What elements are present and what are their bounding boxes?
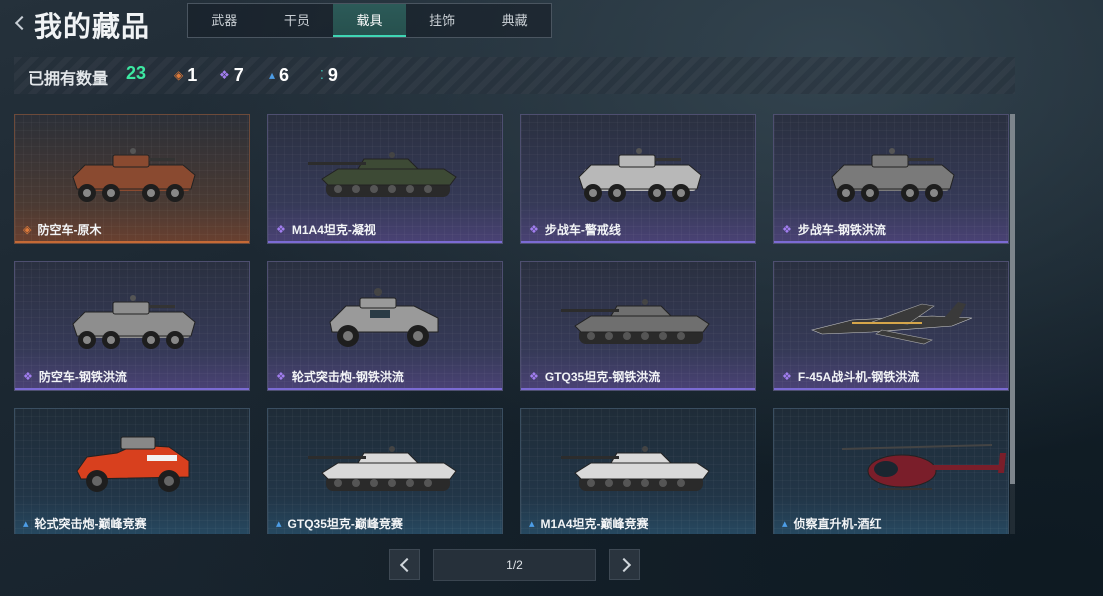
- vehicle-card[interactable]: ▴ 轮式突击炮-巅峰竞赛: [14, 408, 250, 534]
- vehicle-name: 步战车-钢铁洪流: [797, 223, 886, 237]
- purple-diamond-icon: ❖: [782, 224, 792, 236]
- vehicle-card-label: ❖ M1A4坦克-凝视: [276, 221, 376, 238]
- vehicle-image: [578, 148, 702, 202]
- vehicle-image: [841, 444, 1006, 490]
- vehicle-card[interactable]: ❖ F-45A战斗机-钢铁洪流: [773, 261, 1009, 391]
- vehicle-name: F-45A战斗机-钢铁洪流: [797, 370, 920, 384]
- vehicle-card[interactable]: ❖ 轮式突击炮-钢铁洪流: [267, 261, 503, 391]
- vehicle-image: [329, 288, 439, 347]
- vehicle-card-label: ❖ 步战车-钢铁洪流: [782, 221, 886, 238]
- blue-diamond-icon: ▴: [529, 518, 535, 530]
- vehicle-name: 步战车-警戒线: [544, 223, 621, 237]
- blue-diamond-icon: ▴: [23, 518, 29, 530]
- vehicle-card-label: ▴ M1A4坦克-巅峰竞赛: [529, 515, 649, 532]
- prev-page-button[interactable]: [389, 549, 420, 580]
- vehicle-card[interactable]: ❖ 步战车-钢铁洪流: [773, 114, 1009, 244]
- vehicle-name: GTQ35坦克-钢铁洪流: [544, 370, 661, 384]
- owned-count-label: 已拥有数量: [28, 71, 109, 88]
- purple-diamond-icon: ❖: [782, 371, 792, 383]
- vehicle-name: 防空车-钢铁洪流: [38, 370, 127, 384]
- vehicle-image: [831, 148, 955, 202]
- rarity-count-purple: ❖ 7: [219, 64, 244, 86]
- rarity-count-value: 1: [187, 64, 198, 85]
- blue-diamond-icon: ▴: [276, 518, 282, 530]
- rarity-underline: [15, 388, 249, 390]
- back-chevron-icon[interactable]: [12, 12, 30, 34]
- header: 我的藏品 武器 干员 载具 挂饰 典藏: [0, 0, 1103, 44]
- vehicle-card[interactable]: ❖ 防空车-钢铁洪流: [14, 261, 250, 391]
- vehicle-name: 轮式突击炮-巅峰竞赛: [34, 517, 147, 531]
- vehicle-image: [72, 295, 196, 349]
- purple-diamond-icon: ❖: [219, 68, 230, 82]
- purple-diamond-icon: ❖: [23, 371, 33, 383]
- rarity-underline: [521, 241, 755, 243]
- vehicle-image: [72, 148, 196, 202]
- blue-diamond-icon: ▴: [782, 518, 788, 530]
- vehicle-image: [308, 446, 457, 491]
- tab-charms[interactable]: 挂饰: [406, 4, 479, 37]
- rarity-count-value: 9: [327, 64, 338, 85]
- vehicle-grid: ◈ 防空车-原木 ❖ M1A4坦克-凝视 ❖ 步战车-警戒线 ❖ 步战车-钢铁洪流: [14, 114, 1010, 534]
- purple-diamond-icon: ❖: [529, 224, 539, 236]
- rarity-underline: [15, 241, 249, 243]
- vehicle-image: [561, 299, 710, 344]
- vehicle-card-label: ❖ 步战车-警戒线: [529, 221, 621, 238]
- vehicle-name: M1A4坦克-巅峰竞赛: [540, 517, 649, 531]
- tab-weapons[interactable]: 武器: [188, 4, 261, 37]
- vehicle-card[interactable]: ◈ 防空车-原木: [14, 114, 250, 244]
- teal-dots-icon: ⁚: [320, 68, 324, 82]
- purple-diamond-icon: ❖: [529, 371, 539, 383]
- vehicle-card-label: ▴ 侦察直升机-酒红: [782, 515, 882, 532]
- vehicle-card-label: ❖ F-45A战斗机-钢铁洪流: [782, 368, 919, 385]
- purple-diamond-icon: ❖: [276, 371, 286, 383]
- vehicle-card[interactable]: ❖ 步战车-警戒线: [520, 114, 756, 244]
- scrollbar-thumb[interactable]: [1010, 114, 1015, 484]
- rarity-underline: [774, 388, 1008, 390]
- vehicle-card[interactable]: ▴ M1A4坦克-巅峰竞赛: [520, 408, 756, 534]
- page-indicator: 1/2: [433, 549, 596, 581]
- vehicle-name: 侦察直升机-酒红: [793, 517, 882, 531]
- rarity-count-teal: ⁚ 9: [320, 64, 338, 86]
- vehicle-image: [561, 446, 710, 491]
- orange-diamond-icon: ◈: [23, 224, 32, 236]
- vehicle-name: 轮式突击炮-钢铁洪流: [291, 370, 404, 384]
- vehicle-card[interactable]: ▴ GTQ35坦克-巅峰竞赛: [267, 408, 503, 534]
- next-page-button[interactable]: [609, 549, 640, 580]
- vehicle-card-label: ◈ 防空车-原木: [23, 221, 101, 238]
- owned-count-total: 23: [126, 63, 147, 83]
- vehicle-image: [811, 302, 973, 345]
- tab-operators[interactable]: 干员: [261, 4, 334, 37]
- purple-diamond-icon: ❖: [276, 224, 286, 236]
- vehicle-name: GTQ35坦克-巅峰竞赛: [287, 517, 403, 531]
- orange-diamond-icon: ◈: [174, 68, 184, 82]
- vehicle-card-label: ▴ 轮式突击炮-巅峰竞赛: [23, 515, 147, 532]
- blue-diamond-icon: ▴: [269, 68, 276, 82]
- vehicle-card[interactable]: ❖ M1A4坦克-凝视: [267, 114, 503, 244]
- vehicle-image: [76, 436, 190, 492]
- vehicle-name: 防空车-原木: [37, 223, 102, 237]
- category-tabs: 武器 干员 载具 挂饰 典藏: [187, 3, 552, 38]
- vehicle-card-label: ❖ GTQ35坦克-钢铁洪流: [529, 368, 660, 385]
- vehicle-card-label: ▴ GTQ35坦克-巅峰竞赛: [276, 515, 403, 532]
- rarity-underline: [521, 388, 755, 390]
- ownership-summary: 已拥有数量 23 ◈ 1 ❖ 7 ▴ 6 ⁚ 9: [14, 57, 1015, 94]
- scrollbar[interactable]: [1010, 114, 1015, 534]
- rarity-count-value: 7: [233, 64, 244, 85]
- rarity-underline: [268, 241, 502, 243]
- vehicle-card[interactable]: ❖ GTQ35坦克-钢铁洪流: [520, 261, 756, 391]
- vehicle-card-label: ❖ 轮式突击炮-钢铁洪流: [276, 368, 404, 385]
- rarity-count-value: 6: [279, 64, 290, 85]
- rarity-underline: [268, 388, 502, 390]
- vehicle-image: [308, 152, 457, 197]
- rarity-count-blue: ▴ 6: [269, 64, 289, 86]
- tab-collection[interactable]: 典藏: [478, 4, 551, 37]
- page-title: 我的藏品: [34, 11, 151, 42]
- rarity-underline: [774, 241, 1008, 243]
- vehicle-card[interactable]: ▴ 侦察直升机-酒红: [773, 408, 1009, 534]
- rarity-count-orange: ◈ 1: [174, 64, 197, 86]
- vehicle-name: M1A4坦克-凝视: [291, 223, 376, 237]
- vehicle-card-label: ❖ 防空车-钢铁洪流: [23, 368, 127, 385]
- tab-vehicles[interactable]: 载具: [333, 4, 406, 37]
